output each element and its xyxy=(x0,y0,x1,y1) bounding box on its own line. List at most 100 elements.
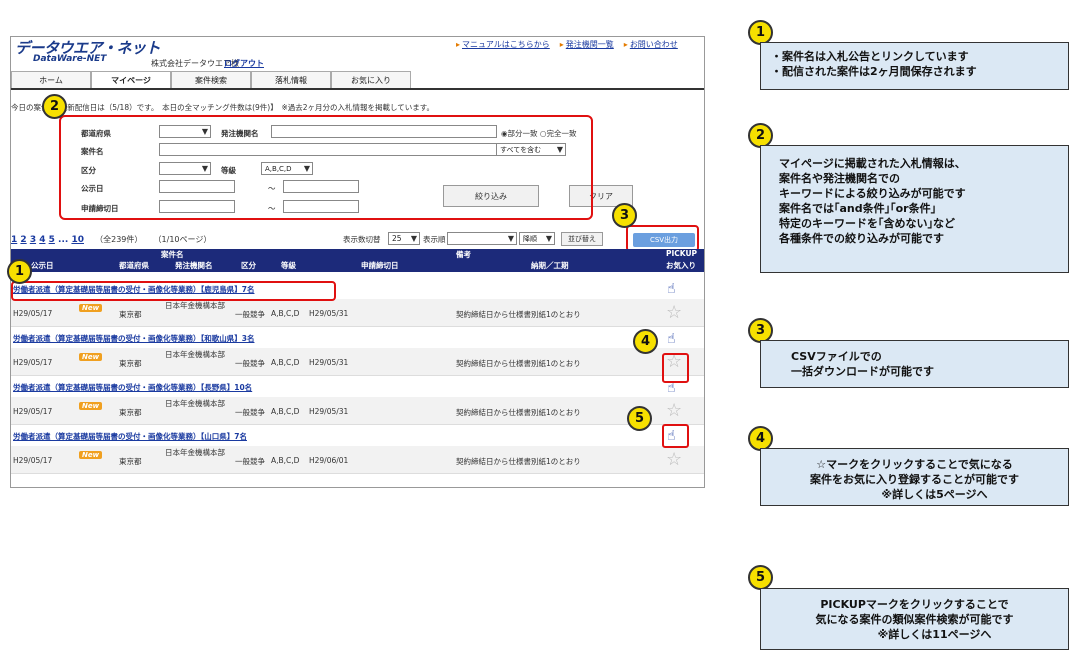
page-link[interactable]: 5 xyxy=(49,235,55,245)
page-info: （1/10ページ） xyxy=(153,235,212,244)
notice-text: 今日の案件 【最新配信日は（5/18）です。 本日の全マッチング件数は(9件)】… xyxy=(11,103,435,112)
table-row: H29/05/17 New 東京都 日本年金機構本部 一般競争 A,B,C,D … xyxy=(11,299,704,327)
row-orderer: 日本年金機構本部 xyxy=(165,301,225,310)
row-pref: 東京都 xyxy=(119,408,142,417)
callout-4: ☆マークをクリックすることで気になる 案件をお気に入り登録することが可能です ※… xyxy=(760,448,1069,506)
row-deadline: H29/05/31 xyxy=(309,358,349,367)
page-link[interactable]: 1 xyxy=(11,235,17,245)
col-delivery: 納期／工期 xyxy=(531,261,569,270)
row-grade: A,B,C,D xyxy=(271,358,300,367)
row-pref: 東京都 xyxy=(119,457,142,466)
case-title-link[interactable]: 労働者派遣（算定基礎届等届書の受付・画像化等業務）【和歌山県】3名 xyxy=(11,333,704,348)
sort-button[interactable]: 並び替え xyxy=(561,232,603,246)
new-badge: New xyxy=(79,304,103,312)
favorite-star-icon[interactable]: ☆ xyxy=(666,400,682,421)
page-link[interactable]: 10 xyxy=(71,235,84,245)
new-badge: New xyxy=(79,402,103,410)
badge-5: 5 xyxy=(627,406,652,431)
row-date: H29/05/17 xyxy=(13,358,53,367)
badge-3: 3 xyxy=(612,203,637,228)
tab-awards[interactable]: 落札情報 xyxy=(251,71,331,88)
row-grade: A,B,C,D xyxy=(271,407,300,416)
page-ellipsis: ... xyxy=(58,235,69,245)
table-header-row1: 案件名 備考 PICKUP xyxy=(11,249,704,260)
table-row: H29/05/17 New 東京都 日本年金機構本部 一般競争 A,B,C,D … xyxy=(11,348,704,376)
row-grade: A,B,C,D xyxy=(271,456,300,465)
app-screenshot: データウエア・ネット DataWare-NET 株式会社データウエア様 ログアウ… xyxy=(10,36,705,488)
highlight-filter xyxy=(59,115,593,220)
callout-5: PICKUPマークをクリックすることで 気になる案件の類似案件検索が可能です ※… xyxy=(760,588,1069,650)
row-pref: 東京都 xyxy=(119,359,142,368)
manual-link[interactable]: マニュアルはこちらから xyxy=(456,39,550,50)
tab-mypage[interactable]: マイページ xyxy=(91,71,171,88)
page-link[interactable]: 3 xyxy=(30,235,36,245)
col-remarks: 備考 xyxy=(456,250,471,259)
row-delivery: 契約締結日から仕様書別紙1のとおり xyxy=(456,408,581,417)
row-category: 一般競争 xyxy=(235,408,265,417)
contact-link[interactable]: お問い合わせ xyxy=(624,39,678,50)
orderer-list-link[interactable]: 発注機関一覧 xyxy=(560,39,614,50)
callout-3: CSVファイルでの 一括ダウンロードが可能です xyxy=(760,340,1069,388)
table-header-row2: 公示日 都道府県 発注機関名 区分 等級 申請締切日 納期／工期 お気入り xyxy=(11,260,704,272)
new-badge: New xyxy=(79,353,103,361)
order-dir-select[interactable]: 降順 xyxy=(519,232,555,245)
pager: 1 2 3 4 5 ... 10 （全239件） （1/10ページ） xyxy=(11,234,211,245)
display-count-select[interactable]: 25 xyxy=(388,232,420,245)
callout-badge-5: 5 xyxy=(748,565,773,590)
row-deadline: H29/05/31 xyxy=(309,309,349,318)
col-pubdate: 公示日 xyxy=(31,261,54,270)
row-orderer: 日本年金機構本部 xyxy=(165,448,225,457)
highlight-case-title xyxy=(11,281,336,301)
highlight-csv xyxy=(626,225,699,252)
logo-subtitle: DataWare-NET xyxy=(33,54,107,64)
row-date: H29/05/17 xyxy=(13,407,53,416)
logout-link[interactable]: ログアウト xyxy=(224,58,264,69)
row-delivery: 契約締結日から仕様書別紙1のとおり xyxy=(456,457,581,466)
row-category: 一般競争 xyxy=(235,310,265,319)
highlight-star xyxy=(662,353,689,383)
tab-search[interactable]: 案件検索 xyxy=(171,71,251,88)
page-link[interactable]: 2 xyxy=(20,235,26,245)
row-pref: 東京都 xyxy=(119,310,142,319)
col-category: 区分 xyxy=(241,261,256,270)
callout-1: ・案件名は入札公告とリンクしています ・配信された案件は2ヶ月間保存されます xyxy=(760,42,1069,90)
row-category: 一般競争 xyxy=(235,457,265,466)
highlight-pickup xyxy=(662,424,689,448)
col-pickup: PICKUP xyxy=(666,249,698,258)
col-deadline: 申請締切日 xyxy=(361,261,399,270)
row-delivery: 契約締結日から仕様書別紙1のとおり xyxy=(456,310,581,319)
case-title-link[interactable]: 労働者派遣（算定基礎届等届書の受付・画像化等業務）【山口県】7名 xyxy=(11,431,704,446)
order-select[interactable] xyxy=(447,232,517,245)
table-row: H29/05/17 New 東京都 日本年金機構本部 一般競争 A,B,C,D … xyxy=(11,446,704,474)
tab-home[interactable]: ホーム xyxy=(11,71,91,88)
tab-favorites[interactable]: お気に入り xyxy=(331,71,411,88)
row-deadline: H29/06/01 xyxy=(309,456,349,465)
pickup-hand-icon[interactable]: ☝ xyxy=(667,331,676,347)
page-link[interactable]: 4 xyxy=(39,235,45,245)
case-title-link[interactable]: 労働者派遣（算定基礎届等届書の受付・画像化等業務）【長野県】10名 xyxy=(11,382,704,397)
order-label: 表示順 xyxy=(423,235,446,244)
col-favorite: お気入り xyxy=(666,261,696,270)
badge-2: 2 xyxy=(42,94,67,119)
badge-1: 1 xyxy=(7,259,32,284)
col-pref: 都道府県 xyxy=(119,261,149,270)
row-date: H29/05/17 xyxy=(13,456,53,465)
total-count: （全239件） xyxy=(95,235,143,244)
top-links: マニュアルはこちらから 発注機関一覧 お問い合わせ xyxy=(456,39,678,50)
table-row: H29/05/17 New 東京都 日本年金機構本部 一般競争 A,B,C,D … xyxy=(11,397,704,425)
row-date: H29/05/17 xyxy=(13,309,53,318)
pickup-hand-icon[interactable]: ☝ xyxy=(667,281,676,297)
favorite-star-icon[interactable]: ☆ xyxy=(666,449,682,470)
col-orderer: 発注機関名 xyxy=(175,261,213,270)
row-delivery: 契約締結日から仕様書別紙1のとおり xyxy=(456,359,581,368)
main-nav: ホーム マイページ 案件検索 落札情報 お気に入り xyxy=(11,71,704,90)
display-count-label: 表示数切替 xyxy=(343,235,381,244)
col-grade: 等級 xyxy=(281,261,296,270)
col-case-name: 案件名 xyxy=(161,250,184,259)
row-orderer: 日本年金機構本部 xyxy=(165,399,225,408)
row-deadline: H29/05/31 xyxy=(309,407,349,416)
callout-2: マイページに掲載された入札情報は、 案件名や発注機関名での キーワードによる絞り… xyxy=(760,145,1069,273)
row-orderer: 日本年金機構本部 xyxy=(165,350,225,359)
badge-4: 4 xyxy=(633,329,658,354)
favorite-star-icon[interactable]: ☆ xyxy=(666,302,682,323)
